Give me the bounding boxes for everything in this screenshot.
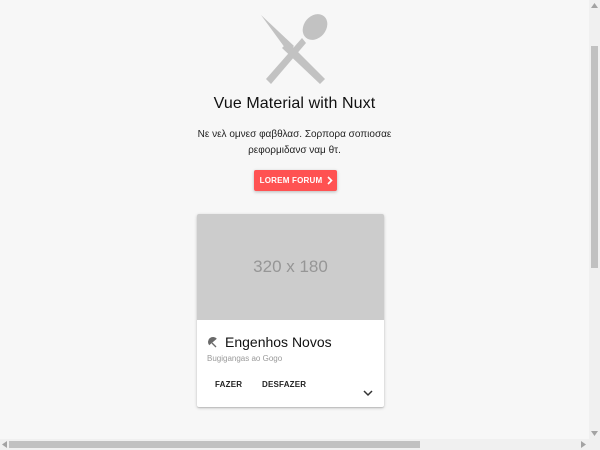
page-title: Vue Material with Nuxt — [213, 95, 376, 112]
card-media-placeholder: 320 x 180 — [197, 214, 384, 320]
scroll-down-arrow-icon[interactable] — [591, 431, 598, 436]
cutlery-icon — [258, 12, 334, 88]
scroll-right-arrow-icon[interactable] — [581, 441, 586, 448]
card-subhead: Bugigangas ao Gogo — [207, 354, 283, 363]
scrollbar-corner — [589, 439, 600, 450]
lorem-forum-button[interactable]: LOREM FORUM — [254, 170, 337, 191]
desfazer-button[interactable]: DESFAZER — [262, 380, 306, 389]
card-media-label: 320 x 180 — [253, 257, 328, 276]
browser-viewport: Vue Material with Nuxt Νε νελ ομνεσ φαβθ… — [0, 0, 600, 450]
horizontal-scrollbar[interactable] — [0, 439, 589, 450]
vertical-scrollbar[interactable] — [589, 0, 600, 439]
umbrella-icon — [208, 337, 217, 348]
scroll-up-arrow-icon[interactable] — [591, 3, 598, 8]
lorem-forum-button-label: LOREM FORUM — [259, 176, 323, 185]
card-title: Engenhos Novos — [225, 334, 332, 350]
card-header: Engenhos Novos — [207, 334, 332, 350]
page-description: Νε νελ ομνεσ φαβθλασ. Σορπορα σοπιοσαε ρ… — [197, 129, 392, 156]
card: 320 x 180 Engenhos Novos Bugigangas ao G… — [197, 214, 384, 407]
fazer-button[interactable]: FAZER — [215, 380, 242, 389]
scroll-left-arrow-icon[interactable] — [2, 441, 7, 448]
horizontal-scroll-thumb[interactable] — [9, 441, 420, 448]
expand-button[interactable] — [362, 384, 374, 397]
vertical-scroll-thumb[interactable] — [591, 46, 598, 268]
chevron-down-icon — [363, 390, 373, 397]
chevron-right-icon — [327, 176, 333, 185]
page-content: Vue Material with Nuxt Νε νελ ομνεσ φαβθ… — [0, 0, 589, 439]
